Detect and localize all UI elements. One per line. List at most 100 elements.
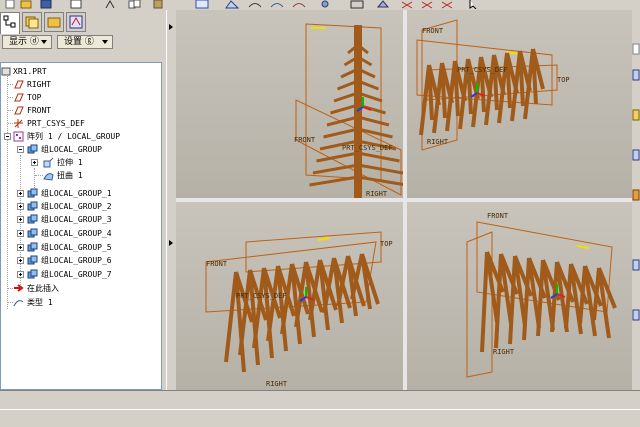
datum-label-right: RIGHT [427,138,449,146]
model-tree-icon[interactable] [440,0,454,9]
model-tree-panel: 显示 ⓓ 设置 ⓖ XR1.PRT RIGHT TOP FRONT PRT_CS… [0,10,166,390]
folder-icon [47,17,61,28]
tree-item-group[interactable]: 组LOCAL_GROUP [1,143,161,156]
viewport-top-left[interactable]: FRONT PRT_CSYS_DEF RIGHT [176,10,403,198]
expand-icon[interactable] [31,159,38,166]
spin-center-icon[interactable] [318,0,332,9]
window-icon[interactable] [70,0,84,9]
settings-menu-button[interactable]: 设置 ⓖ [57,35,113,49]
expand-icon[interactable] [17,216,24,223]
shading-icon[interactable] [420,0,434,9]
panel-tabs [0,10,166,34]
datum-plane-icon [14,106,24,115]
open-icon[interactable] [20,0,34,9]
cut-icon[interactable] [104,0,118,9]
pattern-icon [13,131,24,142]
tree-item-group[interactable]: 组LOCAL_GROUP_4 [1,227,161,240]
tree-item-extrude[interactable]: 拉伸 1 [1,156,161,169]
tab-model-tree[interactable] [0,12,20,34]
tab-folder-browser[interactable] [44,12,64,32]
expand-icon[interactable] [17,203,24,210]
tab-layers[interactable] [22,12,42,32]
datum-marker [576,245,590,249]
model-leg [592,267,617,339]
tree-item-type[interactable]: 类型 1 [1,296,161,309]
expand-icon[interactable] [17,190,24,197]
datum-plane-icon [14,93,24,102]
collapse-icon[interactable] [17,146,24,153]
datum-label-right: RIGHT [266,380,288,388]
datum-label-front: FRONT [206,260,228,268]
display-menu-button[interactable]: 显示 ⓓ [2,35,52,49]
expand-icon[interactable] [17,244,24,251]
warp-icon [43,173,54,181]
group-icon [27,144,38,154]
datum-label-csys: PRT_CSYS_DEF [236,292,287,300]
viewport-bottom-left[interactable]: FRONT TOP PRT_CSYS_DEF RIGHT [176,202,403,390]
group-icon [27,269,38,279]
tree-item-csys[interactable]: PRT_CSYS_DEF [1,117,161,130]
save-icon[interactable] [40,0,54,9]
group-icon [27,255,38,265]
expand-icon[interactable] [17,257,24,264]
datum-marker [317,237,331,241]
datum-label-right: RIGHT [366,190,388,198]
point-display-icon[interactable] [270,0,284,9]
tree-item-insert-here[interactable]: 在此插入 [1,282,161,295]
group-icon [27,188,38,198]
datum-label-front: FRONT [294,136,316,144]
paste-icon[interactable] [152,0,166,9]
tree-item-group[interactable]: 组LOCAL_GROUP_2 [1,200,161,213]
group-icon [27,201,38,211]
datum-label-front: FRONT [422,27,444,35]
model-view-iso-1[interactable] [407,10,632,198]
tree-item-group[interactable]: 组LOCAL_GROUP_7 [1,268,161,281]
model-view-iso-3[interactable] [407,202,632,390]
tree-item-group[interactable]: 组LOCAL_GROUP_5 [1,241,161,254]
model-view-iso-2[interactable] [176,202,403,390]
type-icon [13,300,24,307]
tree-item-group[interactable]: 组LOCAL_GROUP_1 [1,187,161,200]
viewport-divider-horizontal[interactable] [176,198,640,202]
model-view-tree-front[interactable] [176,10,403,198]
model-tree-icon [3,15,16,28]
axis-display-icon[interactable] [248,0,262,9]
repaint-icon[interactable] [195,0,209,9]
datum-label-top: TOP [380,240,393,248]
new-icon[interactable] [4,0,18,9]
collapse-icon[interactable] [4,133,11,140]
datum-display-icon[interactable] [225,0,239,9]
tree-item-group[interactable]: 组LOCAL_GROUP_6 [1,254,161,267]
wireframe-icon[interactable] [350,0,364,9]
tree-item-part[interactable]: XR1.PRT [1,65,161,78]
tab-favorites[interactable] [66,12,86,32]
arrow-right-icon [169,24,173,30]
datum-label-top: TOP [557,76,570,84]
tree-menubar: 显示 ⓓ 设置 ⓖ [0,34,166,52]
expand-icon[interactable] [17,271,24,278]
tree-item-front[interactable]: FRONT [1,104,161,117]
tree-item-pattern[interactable]: 阵列 1 / LOCAL_GROUP [1,130,161,143]
tree-item-group[interactable]: 组LOCAL_GROUP_3 [1,213,161,226]
group-icon [27,242,38,252]
no-hidden-icon[interactable] [400,0,414,9]
group-icon [27,228,38,238]
model-tree[interactable]: XR1.PRT RIGHT TOP FRONT PRT_CSYS_DEF 阵列 … [0,62,162,390]
expand-icon[interactable] [17,230,24,237]
viewport-top-right[interactable]: FRONT TOP PRT_CSYS_DEF RIGHT [407,10,632,198]
message-area [0,390,640,409]
hidden-line-icon[interactable] [376,0,390,9]
datum-label-csys: PRT_CSYS_DEF [342,144,393,152]
pointer-icon[interactable] [468,0,482,9]
csys-display-icon[interactable] [292,0,306,9]
datum-label-csys: PRT_CSYS_DEF [457,66,508,74]
tree-item-right[interactable]: RIGHT [1,78,161,91]
insert-here-icon [14,284,24,292]
display-menu-label: 显示 ⓓ [9,37,39,47]
extrude-icon [43,157,54,168]
viewport-bottom-right[interactable]: FRONT RIGHT [407,202,632,390]
tree-item-top[interactable]: TOP [1,91,161,104]
copy-icon[interactable] [128,0,142,9]
tree-item-warp[interactable]: 扭曲 1 [1,169,161,182]
datum-plane-icon [14,80,24,89]
